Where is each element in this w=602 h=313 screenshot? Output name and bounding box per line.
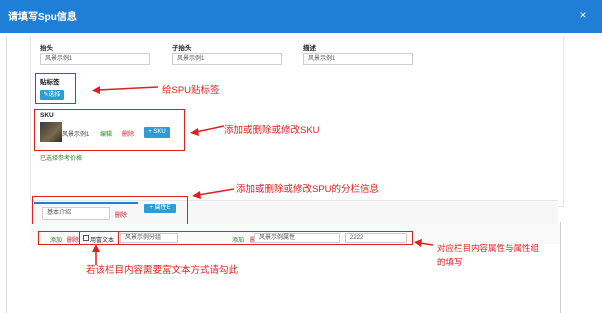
attr-value-input[interactable]: 2222 — [345, 233, 407, 243]
tag-label: 贴标签 — [40, 79, 60, 86]
header-input[interactable]: 风景示例1 — [40, 53, 150, 65]
dialog-header: 请填写Spu信息 × — [0, 0, 602, 33]
tag-select-button[interactable]: ✎选择 — [40, 90, 64, 100]
desc-label: 描述 — [303, 45, 316, 52]
sku-delete-link[interactable]: 删除 — [122, 129, 134, 138]
scroll-divider — [560, 222, 561, 313]
sku-arrow-icon — [190, 125, 225, 136]
attrs-annotation-line2: 的填写 — [437, 257, 463, 267]
tabs-arrow-icon — [192, 188, 235, 199]
sub-header-input[interactable]: 风景示例1 — [172, 53, 282, 65]
richtext-annotation: 若该栏目内容需要富文本方式请勾此 — [86, 265, 239, 276]
tab-name-input[interactable]: 基本介绍 — [42, 207, 110, 220]
add-tab-button[interactable]: + 属性E — [144, 204, 176, 213]
tag-annotation: 给SPU贴标签 — [162, 85, 220, 96]
tag-arrow-icon — [92, 86, 159, 94]
attrs-arrow-icon — [414, 239, 434, 247]
sku-item-name: 风景示例1 — [62, 132, 90, 138]
sku-label: SKU — [40, 112, 54, 119]
ref-price-link[interactable]: 已选择参考价格 — [40, 153, 82, 162]
richtext-checkbox[interactable] — [83, 235, 89, 241]
sku-thumbnail — [40, 122, 62, 142]
dialog-title: 请填写Spu信息 — [8, 12, 77, 23]
attr-group-delete-link[interactable]: 删除 — [67, 235, 79, 244]
attr-group-input[interactable]: 风景示例分组 — [120, 233, 178, 243]
add-sku-button[interactable]: + SKU — [144, 127, 170, 138]
spu-dialog: 请填写Spu信息 × 抬头 风景示例1 子抬头 风景示例1 描述 风景示例1 贴… — [0, 0, 602, 313]
attr-name-input[interactable]: 风景示例属性 — [254, 233, 340, 243]
sub-header-label: 子抬头 — [172, 45, 192, 52]
sku-edit-link[interactable]: 编辑 — [100, 129, 112, 138]
header-label: 抬头 — [40, 45, 53, 52]
close-icon[interactable]: × — [574, 6, 592, 24]
attr-group-add-link[interactable]: 添加 — [50, 235, 62, 244]
tabs-annotation: 添加或删除或修改SPU的分栏信息 — [236, 184, 380, 195]
desc-input[interactable]: 风景示例1 — [303, 53, 413, 65]
attrs-annotation-line1: 对应栏目内容属性与属性组 — [437, 243, 540, 253]
attr-add-link[interactable]: 添加 — [232, 235, 244, 244]
tab-delete-link[interactable]: 删除 — [115, 210, 127, 219]
sku-annotation: 添加或删除或修改SKU — [224, 125, 320, 136]
left-border — [6, 36, 7, 313]
